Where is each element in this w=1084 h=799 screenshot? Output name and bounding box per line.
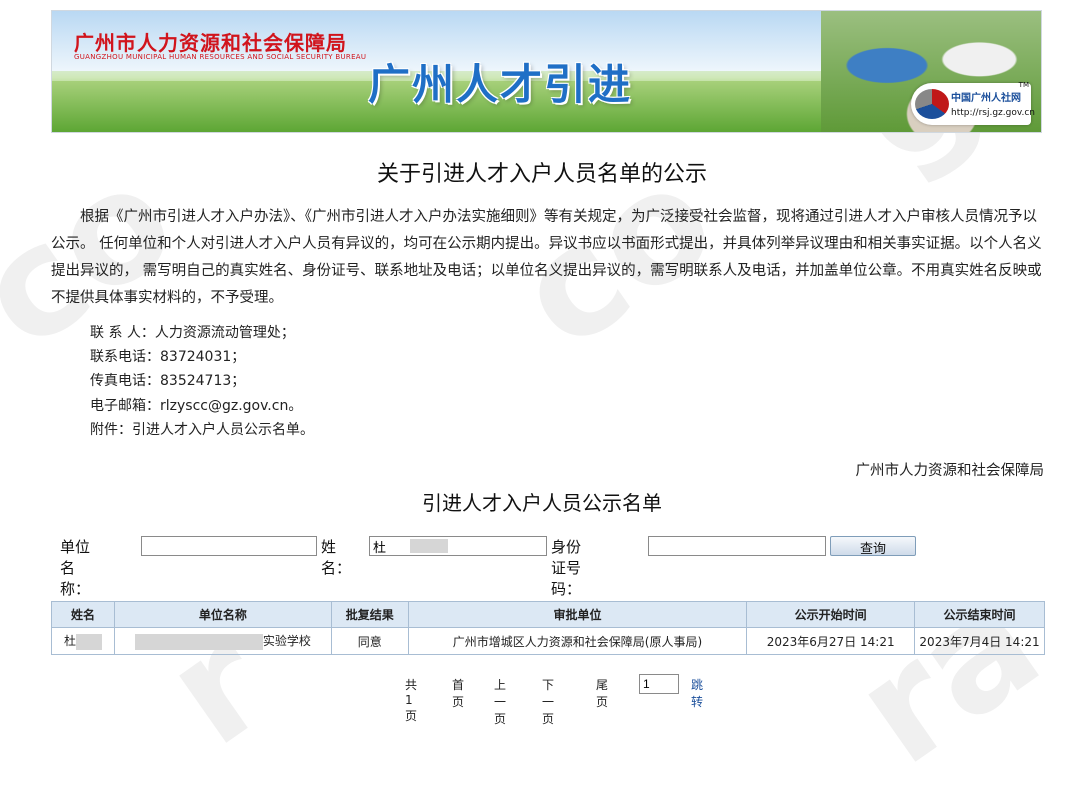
results-table: 姓名 单位名称 批复结果 审批单位 公示开始时间 公示结束时间 杜 实验学校 同… — [51, 601, 1045, 655]
logo-url: http://rsj.gz.gov.cn — [951, 108, 1035, 118]
jump-link[interactable]: 跳转 — [691, 676, 703, 710]
next-page-link[interactable]: 下一页 — [542, 676, 554, 727]
contact-email: 电子邮箱：rlzyscc@gz.gov.cn。 — [90, 397, 303, 414]
id-number-input[interactable] — [648, 536, 826, 556]
redacted-mask — [410, 539, 448, 553]
column-header: 单位名称 — [113, 601, 332, 628]
unit-name-input[interactable] — [141, 536, 317, 556]
signature: 广州市人力资源和社会保障局 — [855, 463, 1045, 479]
name-label: 姓名： — [321, 538, 352, 577]
contact-phone: 联系电话：83724031； — [90, 349, 246, 366]
column-header: 批复结果 — [330, 601, 409, 628]
cell-result: 同意 — [330, 627, 409, 655]
notice-body: 根据《广州市引进人才入户办法》、《广州市引进人才入户办法实施细则》等有关规定，为… — [51, 209, 1042, 306]
cell-name: 杜 — [51, 627, 115, 655]
unit-label: 单位名称： — [60, 538, 91, 598]
last-page-link[interactable]: 尾页 — [596, 676, 608, 710]
swoosh-icon — [915, 89, 949, 119]
id-label: 身份证号码： — [551, 538, 582, 598]
logo-name: 中国广州人社网 — [951, 93, 1021, 104]
page-total: 共1页 — [405, 678, 418, 723]
prev-page-link[interactable]: 上一页 — [494, 676, 506, 727]
logo-trademark: TM — [1018, 81, 1029, 89]
org-name-english: GUANGZHOU MUNICIPAL HUMAN RESOURCES AND … — [74, 53, 367, 61]
redacted-mask — [134, 633, 263, 650]
column-header: 审批单位 — [407, 601, 748, 628]
table-header-row: 姓名 单位名称 批复结果 审批单位 公示开始时间 公示结束时间 — [51, 601, 1045, 628]
watermark: ra — [825, 555, 1070, 799]
column-header: 公示开始时间 — [746, 601, 916, 628]
redacted-mask — [75, 633, 102, 650]
header-banner: 广州市人力资源和社会保障局 GUANGZHOU MUNICIPAL HUMAN … — [51, 10, 1042, 133]
attachment-note: 附件：引进人才入户人员公示名单。 — [90, 421, 314, 438]
cell-name-text: 杜 — [63, 634, 76, 649]
org-name: 广州市人力资源和社会保障局 — [74, 31, 347, 55]
banner-slogan: 广州人才引进 — [368, 60, 633, 109]
contact-person: 联 系 人：人力资源流动管理处； — [90, 325, 295, 341]
cell-start-time: 2023年6月27日 14:21 — [746, 627, 916, 655]
cell-approver: 广州市增城区人力资源和社会保障局(原人事局) — [407, 627, 748, 655]
query-button[interactable]: 查询 — [830, 536, 916, 556]
first-page-link[interactable]: 首页 — [452, 676, 464, 710]
column-header: 公示结束时间 — [914, 601, 1045, 628]
table-row: 杜 实验学校 同意 广州市增城区人力资源和社会保障局(原人事局) 2023年6月… — [51, 627, 1045, 655]
site-logo[interactable]: 中国广州人社网 http://rsj.gz.gov.cn TM — [911, 81, 1035, 125]
cell-unit: 实验学校 — [113, 627, 332, 655]
cell-unit-text: 实验学校 — [262, 634, 311, 649]
page-number-input[interactable] — [639, 674, 679, 694]
contact-fax: 传真电话：83524713； — [90, 373, 246, 390]
cell-end-time: 2023年7月4日 14:21 — [914, 627, 1045, 655]
column-header: 姓名 — [51, 601, 115, 628]
page-title: 关于引进人才入户人员名单的公示 — [376, 162, 707, 187]
list-title: 引进人才入户人员公示名单 — [422, 491, 662, 515]
contact-block: 联 系 人：人力资源流动管理处； 联系电话：83724031； 传真电话：835… — [90, 321, 314, 442]
name-input[interactable] — [369, 536, 547, 556]
